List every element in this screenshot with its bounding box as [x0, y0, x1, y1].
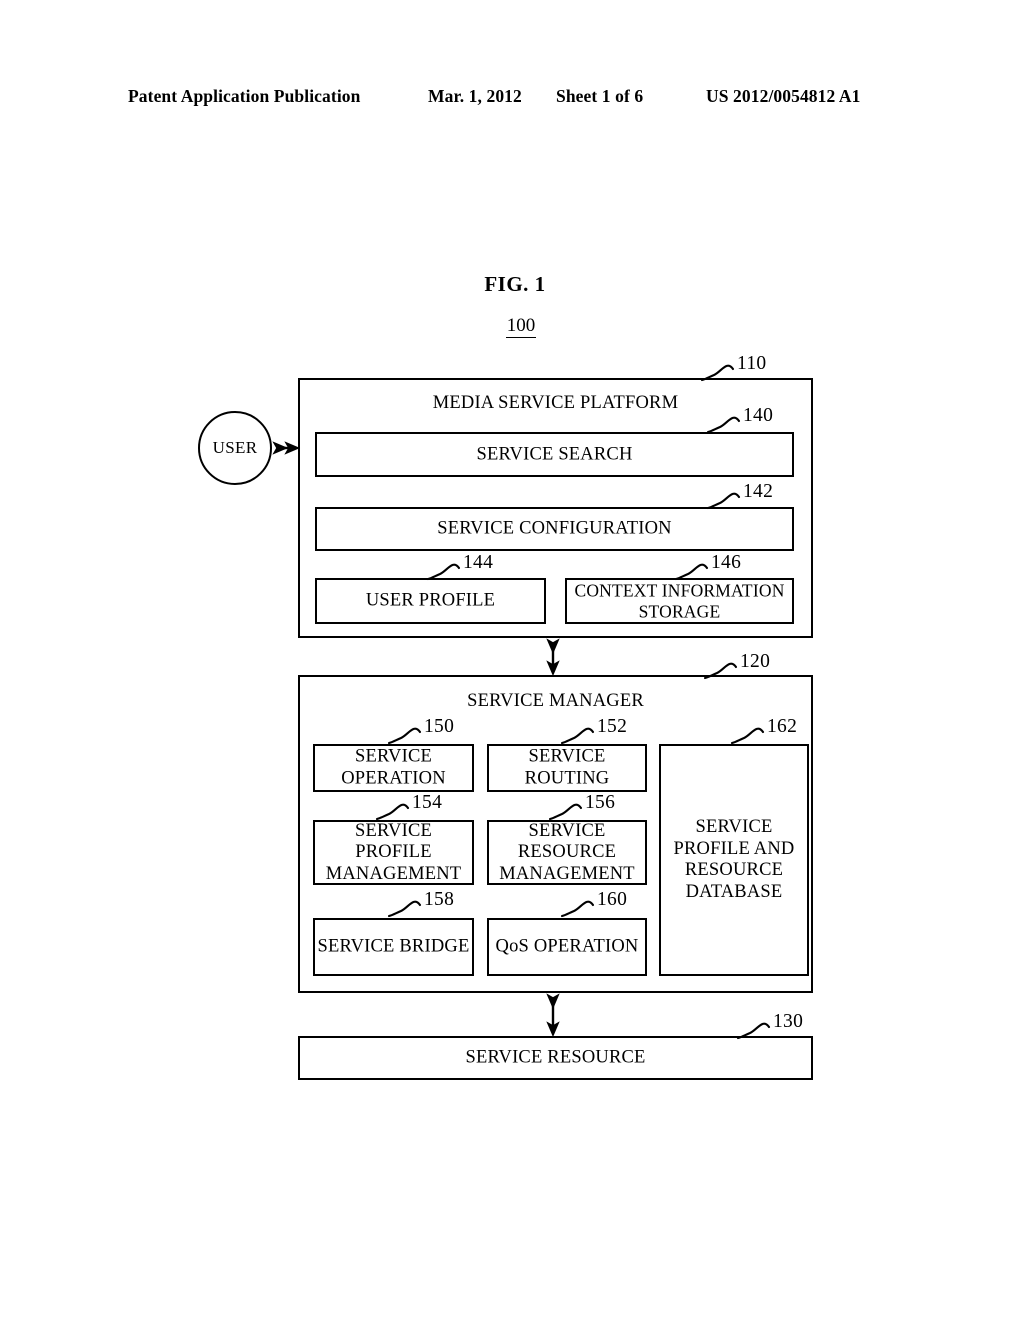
service-configuration-label: SERVICE CONFIGURATION: [437, 518, 672, 539]
service-manager-box: SERVICE MANAGER SERVICE OPERATION SERVIC…: [298, 675, 813, 993]
context-information-storage-box: CONTEXT INFORMATION STORAGE: [565, 578, 794, 624]
ref-152: 152: [597, 716, 628, 737]
service-resource-label: SERVICE RESOURCE: [465, 1047, 646, 1068]
service-profile-management-label: SERVICE PROFILE MANAGEMENT: [325, 820, 462, 884]
service-resource-box: SERVICE RESOURCE: [298, 1036, 813, 1080]
ref-142: 142: [743, 481, 774, 502]
service-resource-management-box: SERVICE RESOURCE MANAGEMENT: [487, 820, 647, 885]
header-patent-number: US 2012/0054812 A1: [706, 86, 861, 106]
figure-title-text: FIG. 1: [484, 272, 546, 296]
media-service-platform-title: MEDIA SERVICE PLATFORM: [432, 393, 679, 413]
ref-156: 156: [585, 792, 616, 813]
qos-operation-label: QoS OPERATION: [495, 936, 639, 957]
service-resource-management-label: SERVICE RESOURCE MANAGEMENT: [499, 820, 635, 884]
user-profile-box: USER PROFILE: [315, 578, 546, 624]
ref-146: 146: [711, 552, 742, 573]
service-operation-label: SERVICE OPERATION: [341, 746, 446, 789]
header-date-text: Mar. 1, 2012: [428, 86, 522, 106]
service-operation-box: SERVICE OPERATION: [313, 744, 474, 792]
service-routing-box: SERVICE ROUTING: [487, 744, 647, 792]
qos-operation-box: QoS OPERATION: [487, 918, 647, 976]
user-profile-label: USER PROFILE: [365, 590, 496, 611]
ref-160: 160: [597, 889, 628, 910]
service-configuration-box: SERVICE CONFIGURATION: [315, 507, 794, 551]
service-routing-label: SERVICE ROUTING: [524, 746, 610, 789]
service-profile-resource-database-label: SERVICE PROFILE AND RESOURCE DATABASE: [673, 817, 795, 902]
header-sheet-text: Sheet 1 of 6: [556, 86, 644, 106]
connector-overlay: [272, 364, 771, 1040]
system-reference-text: 100: [505, 315, 537, 338]
service-search-box: SERVICE SEARCH: [315, 432, 794, 477]
service-profile-resource-database-box: SERVICE PROFILE AND RESOURCE DATABASE: [659, 744, 809, 976]
service-profile-management-box: SERVICE PROFILE MANAGEMENT: [313, 820, 474, 885]
user-node-label: USER: [212, 438, 258, 457]
ref-158: 158: [424, 889, 455, 910]
ref-130: 130: [773, 1011, 804, 1032]
user-node: USER: [198, 411, 272, 485]
ref-162: 162: [767, 716, 798, 737]
service-manager-title: SERVICE MANAGER: [467, 691, 644, 711]
media-service-platform-box: MEDIA SERVICE PLATFORM SERVICE SEARCH SE…: [298, 378, 813, 638]
ref-120: 120: [740, 651, 771, 672]
context-information-storage-label: CONTEXT INFORMATION STORAGE: [574, 580, 785, 622]
header-publication-text: Patent Application Publication: [128, 86, 361, 106]
service-search-label: SERVICE SEARCH: [476, 443, 633, 464]
ref-140: 140: [743, 405, 774, 426]
ref-154: 154: [412, 792, 443, 813]
patent-header: Patent Application Publication Mar. 1, 2…: [0, 86, 1024, 110]
ref-144: 144: [463, 552, 494, 573]
service-bridge-label: SERVICE BRIDGE: [317, 936, 470, 957]
system-reference-number: 100: [0, 315, 1024, 338]
ref-150: 150: [424, 716, 455, 737]
service-bridge-box: SERVICE BRIDGE: [313, 918, 474, 976]
figure-title: FIG. 1: [0, 272, 1024, 297]
ref-110: 110: [737, 353, 767, 374]
